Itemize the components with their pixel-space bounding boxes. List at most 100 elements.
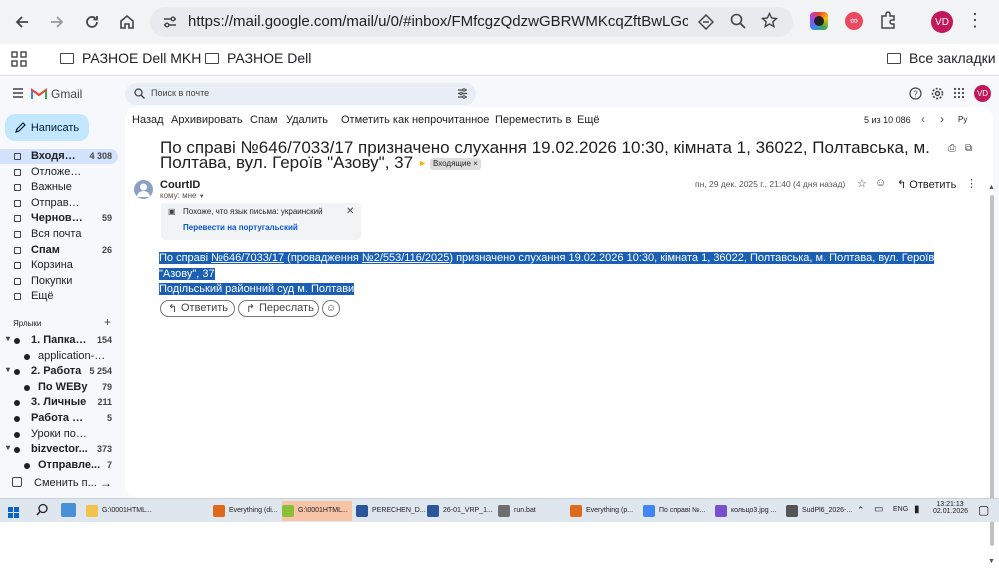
case-number-link[interactable]: №646/7033/17 — [211, 252, 284, 264]
google-apps-icon[interactable] — [953, 87, 965, 99]
sidebar-item[interactable]: Ещё — [0, 289, 118, 304]
main-menu-icon[interactable] — [12, 87, 24, 99]
windows-start-icon[interactable] — [8, 505, 19, 523]
sidebar-item[interactable]: Вся почта — [0, 227, 118, 242]
open-new-window-icon[interactable]: ⧉ — [965, 143, 972, 154]
taskbar-item[interactable]: PERECHEN_D... — [356, 501, 426, 521]
input-language[interactable]: ENG — [893, 506, 908, 513]
proceeding-number-link[interactable]: №2/553/116/2025 — [362, 252, 449, 264]
url-text[interactable]: https://mail.google.com/mail/u/0/#inbox/… — [188, 13, 688, 30]
extensions-puzzle-icon[interactable] — [878, 10, 898, 30]
back-arrow-icon[interactable] — [8, 8, 36, 36]
taskbar-item[interactable]: SudPl6_2026-... — [786, 501, 852, 521]
taskbar-item[interactable]: По справі №... — [643, 501, 711, 521]
close-icon[interactable]: ✕ — [346, 206, 354, 217]
input-tools-button[interactable]: Рy — [958, 115, 967, 124]
emoji-reaction-icon[interactable]: ☺ — [875, 177, 886, 189]
clock[interactable]: 13:21:13 02.01.2026 — [933, 501, 968, 515]
scroll-thumb[interactable] — [990, 195, 994, 546]
kebab-menu-icon[interactable]: ⋮ — [966, 10, 984, 31]
label-item[interactable]: Работа с об... 5 — [0, 411, 118, 426]
all-bookmarks[interactable]: Все закладки — [887, 50, 996, 66]
more-button[interactable]: Ещё — [577, 114, 600, 126]
apps-grid-icon[interactable] — [11, 51, 27, 67]
sidebar-item[interactable]: Черновики 59 — [0, 211, 118, 226]
search-bar[interactable]: Поиск в почте — [125, 83, 476, 105]
reply-button[interactable]: ↰ Ответить — [160, 300, 235, 317]
delete-button[interactable]: Удалить — [286, 114, 328, 126]
profile-avatar[interactable]: VD — [931, 11, 953, 33]
scroll-up-icon[interactable]: ▲ — [988, 184, 995, 191]
label-item[interactable]: ▾ bizvector... 373 — [0, 442, 118, 457]
move-to-button[interactable]: Переместить в — [495, 114, 571, 126]
scroll-down-icon[interactable]: ▼ — [988, 558, 995, 565]
label-item[interactable]: Уроки по прог... — [0, 427, 118, 442]
change-profile-item[interactable]: Сменить п... → — [0, 476, 118, 493]
label-item[interactable]: Отправле... 7 — [0, 458, 118, 473]
label-item[interactable]: По WEBу 79 — [0, 380, 118, 395]
message-more-icon[interactable]: ⋮ — [966, 177, 977, 190]
label-item[interactable]: ▾ 1. Папка м... 154 — [0, 333, 118, 348]
translate-icon[interactable] — [698, 14, 714, 30]
extension-color-icon[interactable] — [810, 12, 828, 30]
add-label-icon[interactable]: + — [104, 315, 111, 329]
expand-caret-icon[interactable]: ▾ — [6, 334, 10, 343]
label-item[interactable]: application-37... — [0, 349, 118, 364]
tray-expand-icon[interactable]: ⌃ — [857, 505, 865, 516]
sidebar-item[interactable]: Покупки — [0, 274, 118, 289]
label-item[interactable]: ▾ 2. Работа 5 254 — [0, 364, 118, 379]
taskbar-item[interactable]: кольцо3.jpg ... — [715, 501, 783, 521]
site-settings-icon[interactable] — [162, 14, 178, 30]
notifications-icon[interactable]: ▢ — [978, 503, 989, 517]
taskbar-desktop-icon[interactable] — [61, 503, 76, 517]
mark-unread-button[interactable]: Отметить как непрочитанное — [341, 114, 489, 126]
sidebar-item[interactable]: Отправленные — [0, 196, 118, 211]
zoom-icon[interactable] — [730, 13, 746, 29]
star-icon[interactable]: ☆ — [857, 177, 867, 190]
search-input[interactable]: Поиск в почте — [151, 88, 209, 98]
importance-marker-icon[interactable]: ► — [418, 158, 427, 168]
expand-caret-icon[interactable]: ▾ — [6, 365, 10, 374]
print-icon[interactable]: ⎙ — [948, 143, 956, 154]
sidebar-item[interactable]: Важные — [0, 180, 118, 195]
label-item[interactable]: 3. Личные 211 — [0, 395, 118, 410]
bookmark-folder-mkh[interactable]: РАЗНОЕ Dell MKH — [60, 50, 201, 66]
sidebar-item[interactable]: Спам 26 — [0, 243, 118, 258]
inbox-label-chip[interactable]: Входящие × — [429, 158, 481, 170]
tray-network-icon[interactable]: ▭ — [874, 504, 883, 515]
translate-link[interactable]: Перевести на португальский — [183, 223, 298, 232]
taskbar-item[interactable]: Everything (p... — [570, 501, 638, 521]
sidebar-item[interactable]: Входящ... 4 308 — [0, 149, 118, 164]
help-icon[interactable]: ? — [909, 87, 922, 100]
spam-button[interactable]: Спам — [250, 114, 278, 126]
reply-header-button[interactable]: ↰ Ответить — [897, 178, 956, 191]
reload-icon[interactable] — [78, 8, 106, 36]
back-button[interactable]: Назад — [132, 114, 164, 126]
gmail-logo[interactable] — [31, 87, 47, 105]
bookmark-folder-dell[interactable]: РАЗНОЕ Dell — [205, 50, 311, 66]
settings-gear-icon[interactable] — [931, 87, 944, 100]
taskbar-search-icon[interactable] — [36, 503, 49, 521]
taskbar-item[interactable]: Everything (di... — [213, 501, 279, 521]
sidebar-item[interactable]: Отложенные — [0, 165, 118, 180]
home-icon[interactable] — [113, 8, 141, 36]
sidebar-item[interactable]: Корзина — [0, 258, 118, 273]
compose-button[interactable]: Написать — [5, 114, 89, 141]
taskbar-item[interactable]: run.bat — [498, 501, 564, 521]
prev-message-icon[interactable]: ‹ — [921, 112, 925, 126]
address-bar[interactable]: https://mail.google.com/mail/u/0/#inbox/… — [150, 7, 793, 37]
taskbar-item[interactable]: G:\0001HTML... — [282, 501, 352, 521]
taskbar-item[interactable]: 26-01_VRP_1... — [427, 501, 493, 521]
taskbar-item[interactable]: G:\0001HTML... — [86, 501, 154, 521]
emoji-react-button[interactable]: ☺ — [322, 300, 340, 317]
forward-button[interactable]: ↱ Переслать — [238, 300, 319, 317]
archive-button[interactable]: Архивировать — [171, 114, 243, 126]
tray-battery-icon[interactable]: ▮ — [914, 504, 920, 515]
search-filter-icon[interactable] — [457, 88, 468, 99]
recipient-line[interactable]: кому: мне ▼ — [160, 191, 205, 200]
sender-name[interactable]: CourtID — [160, 179, 200, 191]
expand-caret-icon[interactable]: ▾ — [6, 443, 10, 452]
bookmark-star-icon[interactable] — [761, 12, 778, 29]
gmail-account-avatar[interactable]: VD — [974, 85, 991, 102]
forward-arrow-icon[interactable] — [43, 8, 71, 36]
